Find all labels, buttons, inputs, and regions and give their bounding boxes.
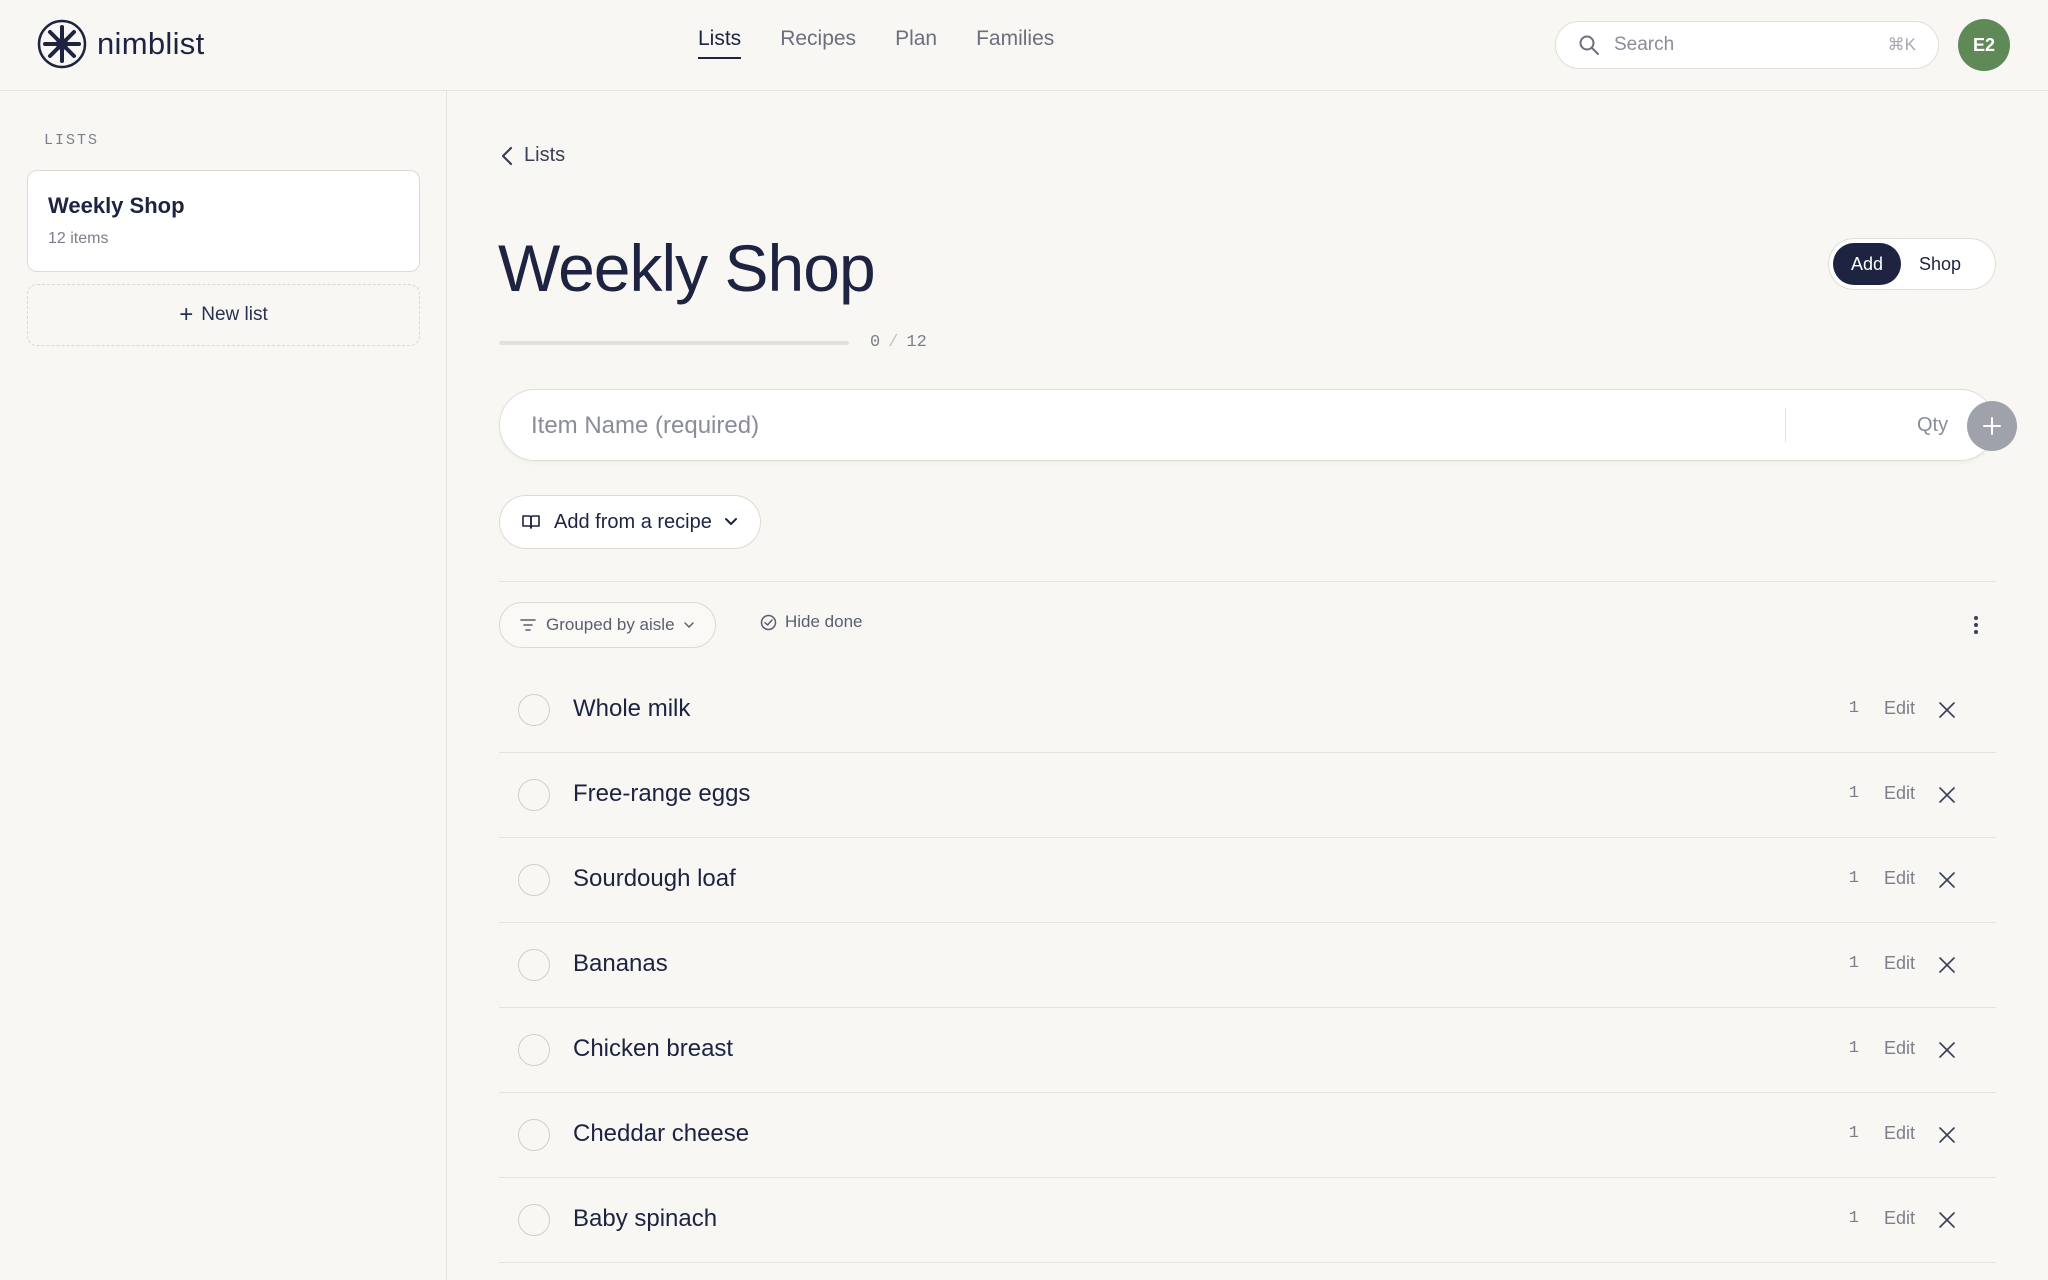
item-qty: 1 [1848,699,1859,718]
add-bar-divider [1785,408,1786,442]
list-item: Bananas 1 Edit [499,923,1996,1008]
back-label: Lists [524,144,566,166]
top-bar: nimblist Lists Recipes Plan Families Sea… [0,0,2048,91]
nav-lists[interactable]: Lists [698,27,742,59]
book-icon [522,515,540,529]
plus-icon [1983,417,2001,435]
chevron-down-icon [683,622,694,628]
plus-icon: + [179,301,194,328]
close-icon[interactable] [1936,1209,1958,1231]
filter-icon [520,619,536,631]
search-shortcut: ⌘K [1887,35,1916,54]
logo-icon [37,19,87,69]
item-name: Chicken breast [573,1035,734,1062]
item-name: Sourdough loaf [573,865,736,892]
chevron-down-icon [724,518,737,525]
user-avatar[interactable]: E2 [1958,19,2010,71]
item-name: Baby spinach [573,1205,718,1232]
hide-done-label: Hide done [785,612,863,631]
item-qty: 1 [1848,1209,1859,1228]
more-options-icon[interactable] [1964,613,1988,637]
mode-add-button[interactable]: Add [1833,243,1902,285]
mode-shop-button[interactable]: Shop [1901,243,1979,285]
item-qty: 1 [1848,1039,1859,1058]
nav-plan[interactable]: Plan [895,27,937,59]
item-checkbox[interactable] [518,1119,550,1151]
close-icon[interactable] [1936,954,1958,976]
add-from-recipe-button[interactable]: Add from a recipe [499,495,761,549]
app-logo[interactable]: nimblist [37,19,204,69]
close-icon[interactable] [1936,1039,1958,1061]
mode-toggle: Add Shop [1828,238,1996,290]
item-name: Whole milk [573,695,691,722]
add-from-recipe-label: Add from a recipe [554,510,712,533]
chevron-left-icon [501,146,513,165]
search-input[interactable]: Search ⌘K [1555,21,1939,69]
page-title: Weekly Shop [498,231,876,305]
item-checkbox[interactable] [518,779,550,811]
grouping-label: Grouped by aisle [546,615,675,634]
item-checkbox[interactable] [518,1204,550,1236]
item-edit-button[interactable]: Edit [1884,868,1915,889]
item-list: Whole milk 1 Edit Free-range eggs 1 Edit… [499,668,1996,1263]
item-qty: 1 [1848,869,1859,888]
item-edit-button[interactable]: Edit [1884,1208,1915,1229]
search-placeholder: Search [1614,34,1675,55]
list-card-count: 12 items [48,230,109,247]
item-edit-button[interactable]: Edit [1884,953,1915,974]
item-edit-button[interactable]: Edit [1884,1038,1915,1059]
item-qty: 1 [1848,784,1859,803]
add-item-bar: Qty [499,389,2017,461]
sidebar: LISTS Weekly Shop 12 items + New list [0,91,447,1280]
item-checkbox[interactable] [518,949,550,981]
item-checkbox[interactable] [518,694,550,726]
sidebar-list-weekly-shop[interactable]: Weekly Shop 12 items [27,170,420,272]
main-nav: Lists Recipes Plan Families [698,27,1093,59]
hide-done-toggle[interactable]: Hide done [760,612,863,632]
app-name: nimblist [97,26,205,61]
back-link[interactable]: Lists [500,144,565,167]
progress-done: 0 [870,333,881,352]
close-icon[interactable] [1936,784,1958,806]
search-icon [1579,35,1599,55]
list-item: Cheddar cheese 1 Edit [499,1093,1996,1178]
list-item: Chicken breast 1 Edit [499,1008,1996,1093]
new-list-button[interactable]: + New list [27,284,420,346]
item-name: Bananas [573,950,668,977]
item-checkbox[interactable] [518,1034,550,1066]
qty-input[interactable]: Qty [1917,414,1948,437]
item-edit-button[interactable]: Edit [1884,783,1915,804]
close-icon[interactable] [1936,699,1958,721]
close-icon[interactable] [1936,1124,1958,1146]
item-name-input[interactable] [531,406,1731,446]
item-name: Free-range eggs [573,780,751,807]
item-checkbox[interactable] [518,864,550,896]
item-edit-button[interactable]: Edit [1884,698,1915,719]
nav-recipes[interactable]: Recipes [780,27,856,59]
list-card-name: Weekly Shop [48,193,185,218]
section-divider [499,581,1996,582]
sidebar-heading: LISTS [44,132,100,149]
progress-total: 12 [906,333,927,352]
progress-count: 0 / 12 [870,333,927,352]
list-item: Whole milk 1 Edit [499,668,1996,753]
item-edit-button[interactable]: Edit [1884,1123,1915,1144]
progress-separator: / [888,333,899,352]
item-name: Cheddar cheese [573,1120,750,1147]
item-qty: 1 [1848,1124,1859,1143]
close-icon[interactable] [1936,869,1958,891]
progress-bar [499,341,849,345]
new-list-label: New list [201,304,268,325]
grouping-dropdown[interactable]: Grouped by aisle [499,602,716,648]
list-item: Sourdough loaf 1 Edit [499,838,1996,923]
check-circle-icon [760,614,777,630]
add-item-button[interactable] [1967,401,2017,451]
list-item: Baby spinach 1 Edit [499,1178,1996,1263]
list-item: Free-range eggs 1 Edit [499,753,1996,838]
nav-families[interactable]: Families [976,27,1054,59]
item-qty: 1 [1848,954,1859,973]
